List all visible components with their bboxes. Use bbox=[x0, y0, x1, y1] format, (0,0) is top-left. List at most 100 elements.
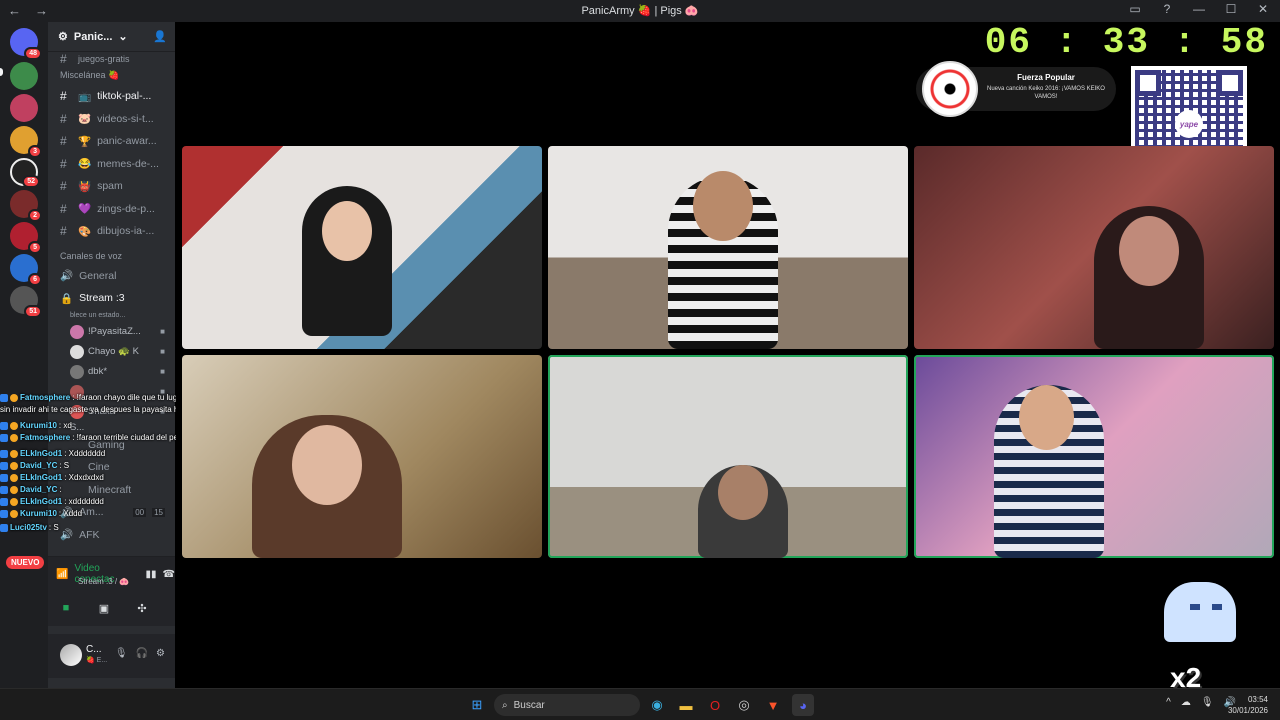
system-tray: ^ ☁ 🎙 🔊 bbox=[1166, 697, 1236, 708]
channel-memes[interactable]: # 😂 memes-de-... bbox=[48, 153, 175, 176]
new-messages-badge[interactable]: NUEVO bbox=[6, 556, 45, 569]
brave-icon[interactable]: ▼ bbox=[762, 694, 784, 716]
category-misc[interactable]: Miscelánea 🍓 bbox=[48, 66, 175, 85]
voice-channel-afk[interactable]: 🔊 AFK bbox=[48, 524, 175, 547]
file-explorer-icon[interactable]: ▬ bbox=[675, 694, 697, 716]
server-icon[interactable] bbox=[10, 62, 38, 90]
category-voice[interactable]: Canales de voz bbox=[48, 247, 175, 265]
discord-home-icon[interactable]: 48 bbox=[10, 28, 42, 60]
headphones-icon[interactable]: 🎧 bbox=[136, 648, 148, 659]
participant-face bbox=[718, 465, 768, 520]
now-playing-title: Fuerza Popular bbox=[1017, 73, 1075, 82]
user-controls: 🎙 🎧 ⚙ bbox=[115, 648, 165, 659]
yape-logo: yape bbox=[1175, 110, 1203, 138]
voice-buttons: ■ ▣ ✣ ✺ bbox=[56, 599, 175, 617]
channel-zings[interactable]: # 💜 zings-de-p... bbox=[48, 198, 175, 221]
server-icon[interactable]: 2 bbox=[10, 190, 42, 222]
microphone-icon[interactable]: 🎙 bbox=[115, 648, 128, 659]
video-tile[interactable] bbox=[914, 146, 1274, 349]
now-playing-widget: Fuerza Popular Nueva canción Keiko 2016:… bbox=[916, 61, 1116, 117]
channel-dibujos[interactable]: # 🎨 dibujos-ia-... bbox=[48, 220, 175, 243]
help-icon[interactable]: ? bbox=[1158, 2, 1176, 16]
channel-emoji: 🐷 bbox=[78, 113, 92, 126]
channel-videos[interactable]: # 🐷 videos-si-t... bbox=[48, 108, 175, 131]
voice-user[interactable]: !PayasitaZ... ■ bbox=[48, 322, 175, 342]
tray-overflow-icon[interactable]: ^ bbox=[1166, 697, 1171, 708]
windows-start-icon[interactable]: ⊞ bbox=[466, 694, 488, 716]
settings-gear-icon[interactable]: ⚙ bbox=[156, 648, 165, 659]
chevron-down-icon: ⌄ bbox=[118, 31, 128, 43]
title-bar: ← → PanicArmy 🍓 | Pigs 🐽 ▭ ? — ☐ ✕ bbox=[0, 0, 1280, 22]
edge-icon[interactable]: ◉ bbox=[646, 694, 668, 716]
video-tile[interactable] bbox=[182, 355, 542, 558]
server-icon[interactable]: 52 bbox=[10, 158, 40, 188]
discord-taskbar-icon[interactable]: ◕ bbox=[792, 694, 814, 716]
voice-user[interactable]: Shaka ■ bbox=[48, 402, 175, 422]
video-tile[interactable] bbox=[548, 355, 908, 558]
speaker-icon: 🔊 bbox=[60, 529, 74, 542]
unread-badge: 6 bbox=[28, 273, 42, 286]
camera-toggle-icon[interactable]: ■ bbox=[56, 599, 76, 617]
voice-user[interactable]: dbk* ■ bbox=[48, 362, 175, 382]
voice-channel-general[interactable]: 🔊 General bbox=[48, 265, 175, 288]
inbox-icon[interactable]: ▭ bbox=[1126, 2, 1144, 16]
user-panel: C... 🍓 E... 🎙 🎧 ⚙ bbox=[48, 634, 175, 678]
obs-icon[interactable]: ◎ bbox=[733, 694, 755, 716]
voice-channel-am[interactable]: 🔊 Am... 00 15 bbox=[48, 501, 175, 524]
clock-date: 30/01/2026 bbox=[1227, 706, 1268, 715]
server-icon[interactable]: 3 bbox=[10, 126, 42, 158]
unread-badge: 2 bbox=[28, 209, 42, 222]
now-playing-subtitle: Nueva canción Keiko 2016: ¡VAMOS KEIKO V… bbox=[987, 86, 1105, 100]
channel-partial[interactable]: # juegos-gratis bbox=[48, 52, 175, 66]
server-icon[interactable]: 6 bbox=[10, 254, 42, 286]
hash-icon: # bbox=[60, 89, 67, 104]
activities-icon[interactable]: ✣ bbox=[132, 599, 152, 617]
lock-icon: 🔒 bbox=[60, 292, 74, 305]
video-tile[interactable] bbox=[182, 146, 542, 349]
voice-channel-minecraft[interactable]: Minecraft bbox=[48, 479, 175, 502]
taskbar-clock[interactable]: 03:54 30/01/2026 bbox=[1228, 694, 1268, 716]
unread-badge: 5 bbox=[28, 241, 42, 254]
voice-user[interactable]: ■ bbox=[48, 382, 175, 402]
voice-channel-path[interactable]: Stream :3 / 🐽 bbox=[78, 577, 129, 586]
maximize-button[interactable]: ☐ bbox=[1222, 2, 1240, 16]
avatar bbox=[70, 384, 84, 399]
server-icon[interactable] bbox=[10, 94, 38, 122]
cloud-icon[interactable]: ☁ bbox=[1181, 697, 1191, 708]
close-button[interactable]: ✕ bbox=[1254, 2, 1272, 16]
gear-icon[interactable]: ⚙ bbox=[58, 30, 68, 43]
stream-status[interactable]: blece un estado... bbox=[48, 310, 175, 322]
opera-icon[interactable]: O bbox=[704, 694, 726, 716]
guild-header[interactable]: ⚙ Panic... ⌄ 👤 bbox=[48, 22, 175, 52]
channel-panic-awards[interactable]: # 🏆 panic-awar... bbox=[48, 130, 175, 153]
voice-channel-cine[interactable]: Cine bbox=[48, 456, 175, 479]
video-tile[interactable] bbox=[914, 355, 1274, 558]
microphone-tray-icon[interactable]: 🎙 bbox=[1201, 697, 1214, 708]
signal-icon[interactable]: 📶 bbox=[56, 569, 68, 580]
server-icon[interactable]: 5 bbox=[10, 222, 42, 254]
minimize-button[interactable]: — bbox=[1190, 2, 1208, 16]
voice-connection-panel: 📶 Video conectac ▮▮ ☎ Stream :3 / 🐽 ■ ▣ … bbox=[48, 556, 175, 626]
soundboard-icon[interactable]: ▮▮ bbox=[146, 569, 157, 580]
voice-user[interactable]: Chayo 🐢 K ■ bbox=[48, 342, 175, 362]
qr-finder bbox=[1217, 70, 1243, 96]
voice-channel-stream[interactable]: 🔒 Stream :3 bbox=[48, 287, 175, 310]
server-icon[interactable]: 51 bbox=[10, 286, 42, 318]
avatar[interactable] bbox=[60, 644, 82, 666]
disconnect-icon[interactable]: ☎ bbox=[163, 569, 175, 580]
voice-user[interactable]: S... bbox=[48, 422, 175, 434]
ghost-eye bbox=[1212, 604, 1222, 610]
taskbar-search[interactable]: ⌕ Buscar bbox=[494, 694, 640, 716]
video-tile[interactable] bbox=[548, 146, 908, 349]
screen-share-icon[interactable]: ▣ bbox=[94, 599, 114, 617]
add-member-icon[interactable]: 👤 bbox=[153, 30, 167, 43]
soundboard-button-icon[interactable]: ✺ bbox=[170, 599, 175, 617]
voice-channel-gaming[interactable]: Gaming bbox=[48, 434, 175, 457]
participant-face bbox=[292, 425, 362, 505]
hash-icon: # bbox=[60, 201, 67, 216]
channel-spam[interactable]: # 👹 spam bbox=[48, 175, 175, 198]
voice-user-name: Chayo 🐢 K bbox=[88, 346, 139, 357]
channel-tiktok[interactable]: # 📺 tiktok-pal-... bbox=[48, 85, 175, 108]
channel-label: panic-awar... bbox=[97, 135, 157, 148]
clock-time: 03:54 bbox=[1247, 695, 1268, 704]
